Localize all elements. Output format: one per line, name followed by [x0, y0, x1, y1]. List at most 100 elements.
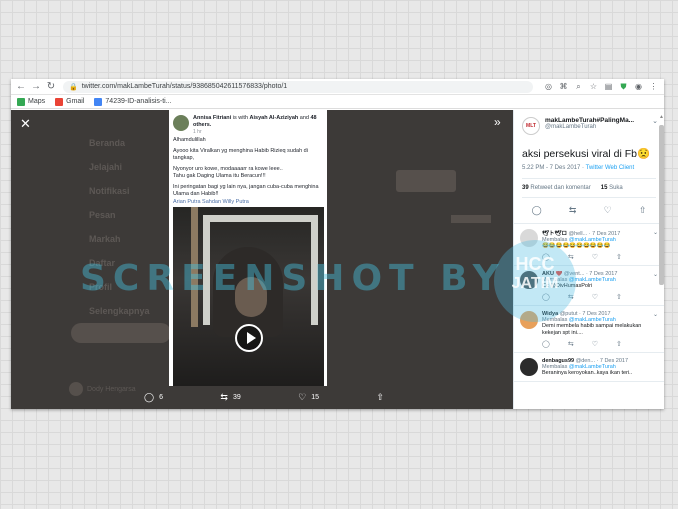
heart-icon[interactable]: ♡ [592, 293, 598, 301]
tweet-stats: 39 Retweet dan komentar 15 Suka [522, 178, 656, 198]
avatar [173, 115, 189, 131]
reply-button[interactable]: ◯ 6 [144, 392, 163, 403]
retweet-count: 39 [232, 394, 241, 401]
chevron-down-icon[interactable]: ⌄ [653, 229, 658, 236]
translate-icon[interactable]: ⌘ [559, 82, 568, 92]
reply-icon[interactable]: ◯ [542, 340, 550, 348]
heart-icon[interactable]: ♡ [592, 253, 598, 261]
ghost-tweet-button [71, 323, 171, 343]
back-icon[interactable]: ← [15, 81, 27, 93]
bookmark-label: Gmail [66, 98, 85, 105]
watermark-text: SCREENSHOT BY [80, 258, 506, 299]
shield-icon[interactable]: ⛊ [619, 82, 628, 92]
reply-count: 6 [159, 394, 163, 401]
avatar[interactable] [520, 358, 538, 376]
chevron-down-icon[interactable]: ⌄ [652, 117, 658, 125]
logo-line: HCC [515, 254, 555, 274]
retweet-stat[interactable]: 39 Retweet dan komentar [522, 185, 591, 191]
fb-author: Annisa Fitriani [193, 115, 232, 121]
zoom-icon[interactable]: ⌕ [574, 82, 583, 92]
list-item[interactable]: denbagus99 @den... · 7 Des 2017 Membalas… [514, 353, 664, 382]
media-image: Annisa Fitriani is with Aisyah Al-Aziziy… [169, 110, 327, 386]
stat-count: 15 [600, 185, 608, 191]
tweet-author-name[interactable]: makLambeTurah#PalingMa... [545, 117, 645, 124]
tweet-author-handle[interactable]: @makLambeTurah [545, 124, 645, 130]
share-icon[interactable]: ⇧ [616, 253, 622, 261]
play-icon[interactable] [235, 324, 263, 352]
stat-label: Retweet dan komentar [530, 185, 591, 191]
fb-post-header: Annisa Fitriani is with Aisyah Al-Aziziy… [173, 115, 323, 135]
retweet-icon: ⇆ [220, 392, 228, 402]
retweet-button[interactable]: ⇆ 39 [220, 392, 240, 403]
like-button[interactable]: ♡ 15 [298, 392, 319, 403]
bookmarks-bar: Maps Gmail 74239-ID-analisis-ti... [11, 95, 664, 109]
retweet-icon[interactable]: ⇆ [569, 205, 577, 216]
tweet-time[interactable]: 5.22 PM - 7 Des 2017 [522, 165, 580, 171]
fb-author-line: Annisa Fitriani is with Aisyah Al-Aziziy… [193, 115, 323, 129]
ghost-element [451, 215, 491, 223]
ghost-user-name: Dody Hengarsa [87, 385, 136, 393]
menu-icon[interactable]: ⋮ [649, 82, 658, 92]
tweet-header: MLT makLambeTurah#PalingMa... @makLambeT… [514, 110, 664, 135]
background-nav: Beranda Jelajahi Notifikasi Pesan Markah… [89, 138, 150, 330]
star-icon[interactable]: ☆ [589, 82, 598, 92]
like-stat[interactable]: 15 Suka [601, 185, 623, 191]
bookmark-gmail[interactable]: Gmail [55, 97, 85, 106]
nav-item: Markah [89, 234, 121, 244]
share-icon[interactable]: ⇧ [616, 293, 622, 301]
logo-line: JATIM [511, 275, 559, 292]
address-bar-row: ← → ↻ 🔒 twitter.com/makLambeTurah/status… [11, 79, 664, 95]
heart-icon[interactable]: ♡ [604, 205, 612, 216]
reply-icon: ◯ [144, 392, 155, 402]
fb-paragraph: Ayooo kita Viralkan yg menghina Habib Ri… [173, 147, 308, 162]
scrollbar[interactable] [659, 125, 664, 285]
fb-post-body: Alhamdulillah Ayooo kita Viralkan yg men… [173, 137, 323, 209]
stat-label: Suka [609, 185, 623, 191]
fb-tagged: Aisyah Al-Aziziyah [249, 115, 299, 121]
reply-icon[interactable]: ◯ [532, 205, 542, 216]
fb-paragraph: Nyonyor uro kowe, modaaaarr ra kowe leee… [173, 165, 283, 172]
reply-text: Beraninya keroyokan..kaya ikan teri.. [542, 370, 633, 376]
tweet-text: aksi persekusi viral di Fb😟 [522, 148, 651, 160]
fb-and: and [299, 115, 309, 121]
browser-window: ← → ↻ 🔒 twitter.com/makLambeTurah/status… [11, 79, 664, 409]
extension-icon[interactable]: ▤ [604, 82, 613, 92]
chevron-down-icon[interactable]: ⌄ [653, 311, 658, 318]
expand-icon[interactable]: » [494, 115, 501, 129]
reply-text: Demi membela habib sampai melakukan keke… [542, 323, 642, 336]
fb-time: 1 hr [193, 129, 202, 135]
forward-icon[interactable]: → [30, 81, 42, 93]
url-field[interactable]: 🔒 twitter.com/makLambeTurah/status/93868… [63, 80, 533, 93]
fb-with: is with [232, 115, 249, 121]
fb-paragraph: Ini peringatan bagi yg lain nya, jangan … [173, 183, 319, 198]
lock-icon: 🔒 [69, 83, 78, 91]
fb-paragraph: Tahu gak Daging Ulama itu Beracun!!! [173, 173, 266, 179]
chevron-down-icon[interactable]: ⌄ [653, 271, 658, 278]
bookmark-analisis[interactable]: 74239-ID-analisis-ti... [94, 97, 172, 106]
meta-separator: · [582, 165, 585, 171]
watermark-logo: HCC JATIM [494, 240, 576, 322]
like-count: 15 [311, 394, 320, 401]
close-icon[interactable]: ✕ [20, 116, 31, 132]
ghost-element [396, 170, 456, 192]
bookmark-maps[interactable]: Maps [17, 97, 45, 106]
nav-item: Notifikasi [89, 186, 130, 196]
avatar [69, 382, 83, 396]
heart-icon[interactable]: ♡ [592, 340, 598, 348]
media-action-bar: ◯ 6 ⇆ 39 ♡ 15 ⇧ [144, 392, 384, 403]
reload-icon[interactable]: ↻ [45, 81, 57, 93]
nav-item: Beranda [89, 138, 126, 148]
tweet-client[interactable]: Twitter Web Client [586, 165, 635, 171]
retweet-icon[interactable]: ⇆ [568, 340, 574, 348]
share-button[interactable]: ⇧ [376, 392, 384, 403]
maps-icon [17, 97, 25, 106]
globe-icon[interactable]: ◉ [634, 82, 643, 92]
share-icon[interactable]: ⇧ [616, 340, 622, 348]
gmail-icon [55, 97, 64, 106]
scroll-up-icon[interactable]: ▲ [659, 114, 664, 120]
fb-tags: Arian Putra Sahdan Willy Putra [173, 198, 249, 205]
nav-item: Jelajahi [89, 162, 123, 172]
share-icon[interactable]: ⇧ [639, 205, 647, 216]
avatar[interactable]: MLT [522, 117, 540, 135]
location-icon[interactable]: ◎ [544, 82, 553, 92]
